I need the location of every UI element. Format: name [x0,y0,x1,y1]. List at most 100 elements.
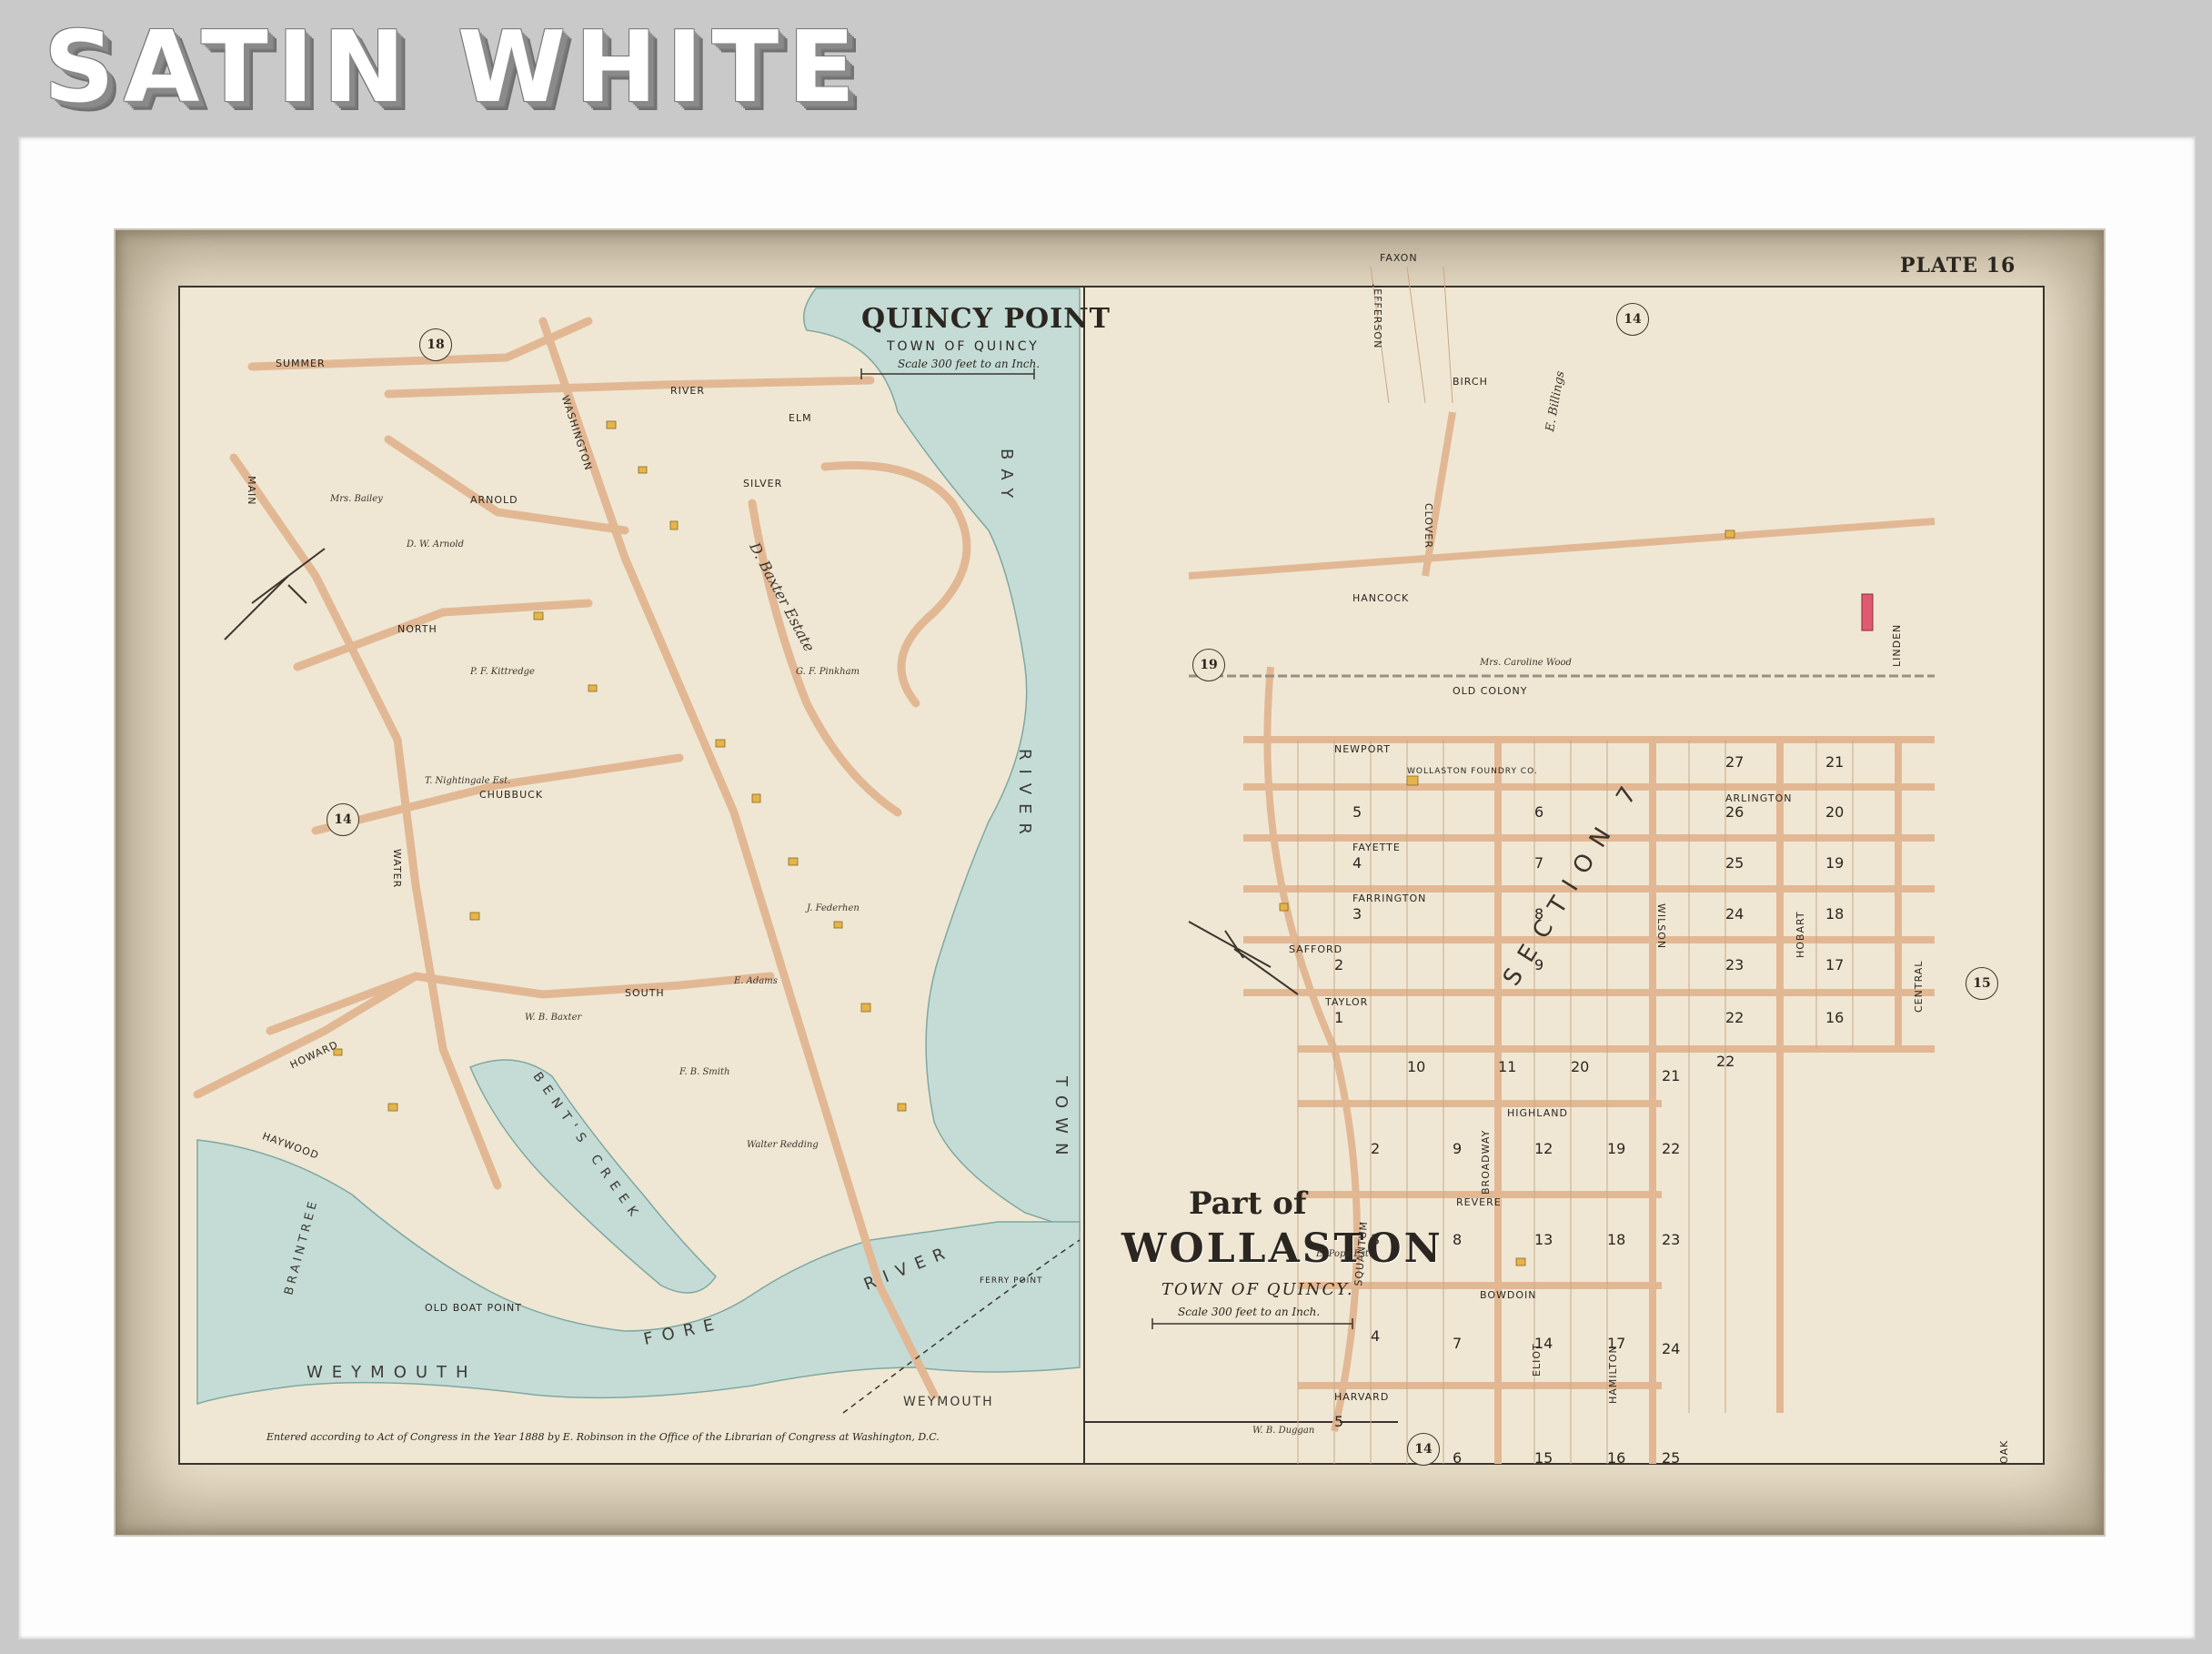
street-river: RIVER [670,385,706,397]
street-linden: LINDEN [1891,623,1903,667]
plat-16: 16 [1825,1009,1845,1026]
plate-ref-15[interactable]: 15 [1966,967,1998,1000]
owner-arnold: D. W. Arnold [407,540,464,550]
owner-bailey: Mrs. Bailey [330,494,383,504]
print-mat: PLATE 16 QUINCY POINT TOWN OF QUINCY Sca… [18,136,2196,1639]
plat-7b: 7 [1453,1335,1463,1352]
plat-8b: 8 [1453,1231,1463,1248]
plat-3: 3 [1352,905,1362,923]
linden-red-building [1861,593,1874,631]
plat-27: 27 [1725,753,1744,771]
plat-17: 17 [1825,956,1845,973]
wollaston-town: TOWN OF QUINCY. [1161,1280,1354,1299]
plat-18b: 18 [1607,1231,1626,1248]
street-hamilton: HAMILTON [1607,1345,1619,1404]
label-ferry-point: FERRY POINT [980,1276,1043,1286]
wollaston-title: WOLLASTON [1121,1225,1443,1272]
street-arnold: ARNOLD [470,494,518,506]
label-old-boat-point: OLD BOAT POINT [425,1302,522,1314]
plat-25: 25 [1725,854,1744,872]
plate-ref-14-bottom[interactable]: 14 [1407,1433,1440,1466]
plate-ref-14-top[interactable]: 14 [1616,303,1649,336]
plat-1: 1 [1334,1009,1344,1026]
street-south: SOUTH [625,987,665,999]
plat-21b: 21 [1662,1067,1681,1084]
quincy-point-scale: Scale 300 feet to an Inch. [898,358,1041,370]
label-weymouth-2: WEYMOUTH [903,1395,994,1409]
label-river: RIVER [1015,749,1034,844]
street-oak: OAK [1998,1439,2010,1464]
plat-5: 5 [1352,803,1362,821]
street-wilson: WILSON [1655,903,1667,950]
map-sheet: PLATE 16 QUINCY POINT TOWN OF QUINCY Sca… [116,230,2104,1535]
quincy-point-title: QUINCY POINT [861,303,1111,335]
owner-kittredge: P. F. Kittredge [470,667,535,677]
street-central: CENTRAL [1913,960,1925,1013]
plat-22b: 22 [1716,1053,1735,1070]
plat-22c: 22 [1662,1140,1681,1157]
owner-smith: F. B. Smith [679,1067,730,1077]
street-taylor: TAYLOR [1325,996,1369,1008]
street-chubbuck: CHUBBUCK [479,789,544,801]
label-bay: BAY [997,449,1016,508]
street-summer: SUMMER [276,358,326,369]
plat-19: 19 [1825,854,1845,872]
owner-pope-est: E. Pope Est. [1316,1249,1372,1259]
plat-19b: 19 [1607,1140,1626,1157]
owner-duggan: W. B. Duggan [1252,1426,1315,1436]
plate-label: PLATE 16 [1900,254,2016,277]
wollaston-part-of: Part of [1189,1185,1307,1222]
owner-adams: E. Adams [734,976,778,986]
street-fayette: FAYETTE [1352,842,1401,853]
plat-6b: 6 [1453,1449,1463,1467]
plat-20: 20 [1825,803,1845,821]
plat-4b: 4 [1371,1327,1381,1345]
street-water: WATER [391,849,403,889]
street-farrington: FARRINGTON [1352,893,1427,904]
owner-federhen: J. Federhen [807,903,860,913]
street-highland: HIGHLAND [1507,1107,1568,1119]
wollaston-scale: Scale 300 feet to an Inch. [1178,1306,1321,1318]
plat-10: 10 [1407,1058,1426,1075]
plat-22: 22 [1725,1009,1744,1026]
plat-20b: 20 [1571,1058,1590,1075]
plate-ref-19[interactable]: 19 [1192,649,1225,681]
street-silver: SILVER [743,478,783,489]
plat-24: 24 [1725,905,1744,923]
owner-redding: Walter Redding [747,1140,819,1150]
street-revere: REVERE [1456,1196,1502,1208]
plat-12: 12 [1534,1140,1553,1157]
street-birch: BIRCH [1453,376,1488,388]
plat-23b: 23 [1662,1231,1681,1248]
street-broadway: BROADWAY [1480,1129,1492,1195]
street-bowdoin: BOWDOIN [1480,1289,1537,1301]
plat-2: 2 [1334,956,1344,973]
owner-baxter: W. B. Baxter [525,1013,582,1023]
street-faxon: FAXON [1380,252,1418,264]
railroad-old-colony: OLD COLONY [1453,685,1528,697]
plat-6: 6 [1534,803,1544,821]
street-main: MAIN [246,476,257,506]
street-elm: ELM [789,412,812,424]
plate-ref-14-left[interactable]: 14 [327,803,359,836]
street-jefferson: JEFFERSON [1372,285,1383,349]
quincy-point-town: TOWN OF QUINCY [887,339,1040,354]
plat-8: 8 [1534,905,1544,923]
plat-11: 11 [1498,1058,1517,1075]
plat-5b: 5 [1334,1413,1344,1430]
label-weymouth-1: WEYMOUTH [307,1363,478,1382]
street-harvard: HARVARD [1334,1391,1390,1403]
plat-9b: 9 [1453,1140,1463,1157]
owner-caroline-wood: Mrs. Caroline Wood [1480,658,1572,668]
street-hancock: HANCOCK [1352,592,1410,604]
plat-13: 13 [1534,1231,1553,1248]
owner-nightingale: T. Nightingale Est. [425,776,511,786]
owner-foundry: WOLLASTON FOUNDRY CO. [1407,767,1538,776]
plat-25b: 25 [1662,1449,1681,1467]
plate-ref-18[interactable]: 18 [419,328,452,361]
map-drawing [178,266,2045,1465]
plat-3b: 3 [1371,1231,1381,1248]
owner-pinkham: G. F. Pinkham [796,667,860,677]
street-hobart: HOBART [1795,911,1806,958]
plat-4: 4 [1352,854,1362,872]
